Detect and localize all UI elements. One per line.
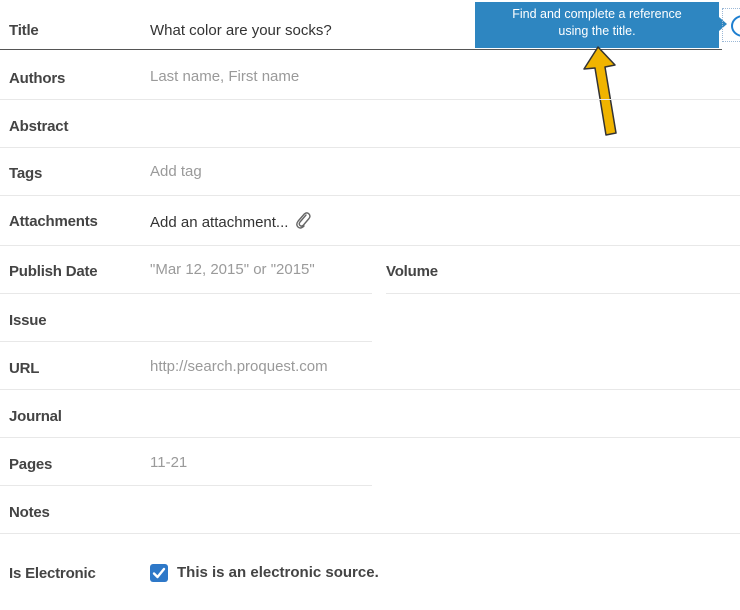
issue-input[interactable] [150, 310, 370, 330]
is-electronic-checkbox-label[interactable]: This is an electronic source. [177, 564, 379, 582]
checkmark-icon [152, 567, 166, 579]
journal-label: Journal [9, 408, 62, 425]
circle-icon [731, 15, 740, 37]
notes-divider [0, 533, 740, 534]
publish-date-label: Publish Date [9, 263, 98, 280]
pages-label: Pages [9, 456, 53, 473]
add-attachment-link[interactable]: Add an attachment... [150, 211, 311, 232]
attachments-label: Attachments [9, 213, 98, 230]
volume-label: Volume [386, 263, 438, 280]
url-label: URL [9, 360, 40, 377]
title-label: Title [9, 22, 39, 39]
title-field[interactable]: What color are your socks? [150, 22, 332, 40]
authors-input[interactable]: Last name, First name [150, 68, 299, 86]
tags-label: Tags [9, 165, 43, 182]
authors-label: Authors [9, 70, 66, 87]
issue-divider [0, 341, 372, 342]
tags-input[interactable]: Add tag [150, 163, 202, 181]
add-attachment-text: Add an attachment... [150, 214, 289, 231]
abstract-divider [0, 147, 740, 148]
abstract-label: Abstract [9, 118, 69, 135]
notes-label: Notes [9, 504, 50, 521]
lookup-tooltip: Find and complete a reference using the … [475, 2, 719, 48]
publish-date-divider [0, 293, 372, 294]
attachments-divider [0, 245, 740, 246]
journal-divider [0, 437, 740, 438]
tooltip-line-2: using the title. [558, 24, 636, 38]
url-input[interactable]: http://search.proquest.com [150, 358, 328, 376]
notes-input[interactable] [150, 502, 730, 522]
url-divider [0, 389, 740, 390]
volume-input[interactable] [470, 261, 730, 281]
is-electronic-checkbox[interactable] [150, 564, 168, 582]
title-lookup-button[interactable] [722, 8, 740, 42]
tags-divider [0, 195, 740, 196]
publish-date-input[interactable]: "Mar 12, 2015" or "2015" [150, 261, 315, 279]
volume-divider [386, 293, 740, 294]
authors-divider [0, 99, 740, 100]
tooltip-line-1: Find and complete a reference [512, 7, 682, 21]
pages-input[interactable]: 11-21 [150, 454, 187, 472]
is-electronic-label: Is Electronic [9, 565, 96, 582]
paperclip-icon [295, 212, 311, 229]
issue-label: Issue [9, 312, 47, 329]
abstract-input[interactable] [150, 116, 730, 136]
journal-input[interactable] [150, 406, 730, 426]
pages-divider [0, 485, 372, 486]
